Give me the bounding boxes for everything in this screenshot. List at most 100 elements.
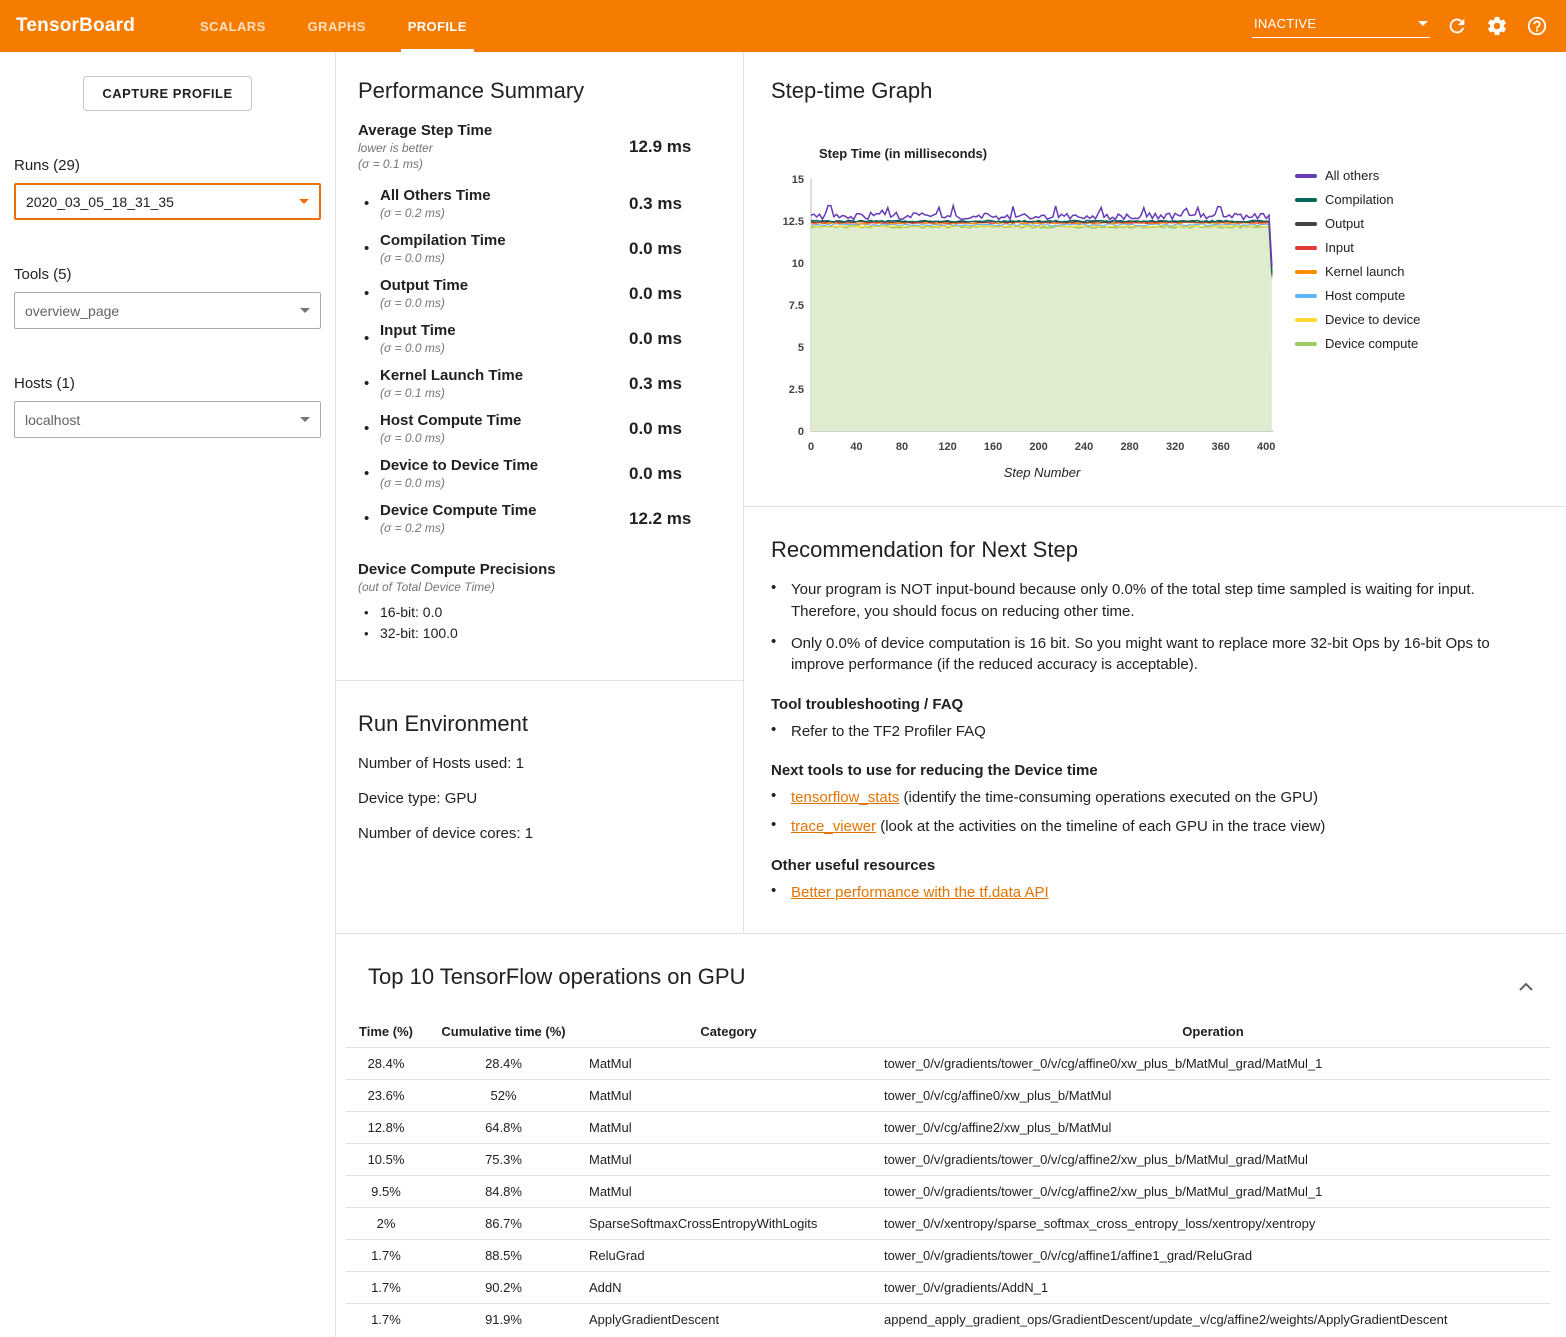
metric-value: 12.9 ms (625, 137, 721, 157)
metric-value: 0.3 ms (625, 194, 721, 214)
bullet-icon: • (771, 787, 791, 808)
cell-cumulative: 84.8% (426, 1176, 581, 1208)
cell-time: 9.5% (346, 1176, 426, 1208)
legend-item: All others (1295, 168, 1420, 183)
cell-category: ApplyGradientDescent (581, 1304, 876, 1336)
tools-dropdown[interactable]: overview_page (14, 292, 321, 329)
legend-item: Output (1295, 216, 1420, 231)
cell-cumulative: 90.2% (426, 1272, 581, 1304)
chart-x-axis-label: Step Number (811, 465, 1273, 480)
svg-text:40: 40 (850, 441, 862, 453)
metric-sigma: (σ = 0.2 ms) (380, 206, 625, 220)
bullet-icon: • (364, 420, 380, 437)
perf-summary-item: • Compilation Time (σ = 0.0 ms) 0.0 ms (358, 232, 721, 265)
metric-sigma: (σ = 0.0 ms) (380, 341, 625, 355)
legend-swatch-icon (1295, 294, 1317, 298)
table-row: 12.8% 64.8% MatMul tower_0/v/cg/affine2/… (346, 1112, 1550, 1144)
cell-cumulative: 64.8% (426, 1112, 581, 1144)
metric-label: Host Compute Time (380, 412, 625, 429)
table-header-row: Time (%) Cumulative time (%) Category Op… (346, 1016, 1550, 1048)
capture-profile-button[interactable]: CAPTURE PROFILE (83, 76, 251, 111)
header-actions: INACTIVE (1252, 13, 1550, 39)
svg-text:240: 240 (1075, 441, 1093, 453)
tab-profile[interactable]: PROFILE (387, 0, 488, 52)
tool-link[interactable]: trace_viewer (791, 818, 876, 835)
chevron-down-icon (299, 199, 309, 204)
precision-item: • 32-bit: 100.0 (364, 625, 721, 641)
tab-scalars[interactable]: SCALARS (179, 0, 287, 52)
metric-sigma: (σ = 0.2 ms) (380, 521, 625, 535)
legend-swatch-icon (1295, 198, 1317, 202)
legend-label: Output (1325, 216, 1364, 231)
legend-item: Kernel launch (1295, 264, 1420, 279)
perf-summary-item: • Input Time (σ = 0.0 ms) 0.0 ms (358, 322, 721, 355)
cell-time: 28.4% (346, 1048, 426, 1080)
bullet-icon: • (771, 579, 791, 623)
settings-icon (1486, 15, 1508, 37)
metric-value: 0.0 ms (625, 239, 721, 259)
step-time-chart: 02.557.51012.515040801201602002402803203… (771, 169, 1283, 461)
metric-value: 0.0 ms (625, 464, 721, 484)
collapse-section-button[interactable] (1514, 976, 1538, 999)
cell-time: 12.8% (346, 1112, 426, 1144)
svg-text:280: 280 (1120, 441, 1138, 453)
tab-graphs[interactable]: GRAPHS (287, 0, 387, 52)
metric-sigma: (σ = 0.0 ms) (380, 476, 625, 490)
hosts-dropdown[interactable]: localhost (14, 401, 321, 438)
cell-category: MatMul (581, 1080, 876, 1112)
cell-cumulative: 52% (426, 1080, 581, 1112)
metric-label: Output Time (380, 277, 625, 294)
main-content: Performance Summary Average Step Time lo… (335, 52, 1566, 1337)
legend-label: Device to device (1325, 312, 1420, 327)
runs-dropdown[interactable]: 2020_03_05_18_31_35 (14, 183, 321, 220)
metric-label: All Others Time (380, 187, 625, 204)
column-header-time: Time (%) (346, 1016, 426, 1048)
tool-link[interactable]: tensorflow_stats (791, 789, 899, 806)
column-header-cumulative: Cumulative time (%) (426, 1016, 581, 1048)
table-row: 28.4% 28.4% MatMul tower_0/v/gradients/t… (346, 1048, 1550, 1080)
svg-text:10: 10 (792, 258, 804, 270)
runs-dropdown-value: 2020_03_05_18_31_35 (26, 194, 174, 210)
cell-cumulative: 91.9% (426, 1304, 581, 1336)
bullet-icon: • (364, 626, 380, 641)
chevron-up-icon (1518, 982, 1534, 992)
table-row: 10.5% 75.3% MatMul tower_0/v/gradients/t… (346, 1144, 1550, 1176)
legend-item: Input (1295, 240, 1420, 255)
legend-item: Compilation (1295, 192, 1420, 207)
chevron-down-icon (1418, 21, 1428, 26)
cell-operation: tower_0/v/gradients/tower_0/v/cg/affine1… (876, 1240, 1550, 1272)
next-tools-heading: Next tools to use for reducing the Devic… (771, 762, 1522, 779)
perf-summary-item: • Device Compute Time (σ = 0.2 ms) 12.2 … (358, 502, 721, 535)
perf-summary-item: • Output Time (σ = 0.0 ms) 0.0 ms (358, 277, 721, 310)
cell-time: 1.7% (346, 1272, 426, 1304)
cell-operation: tower_0/v/gradients/tower_0/v/cg/affine2… (876, 1144, 1550, 1176)
resource-link-row: • Better performance with the tf.data AP… (771, 882, 1522, 903)
legend-item: Device to device (1295, 312, 1420, 327)
chart-legend: All others Compilation Outpu (1295, 168, 1420, 480)
resource-link[interactable]: Better performance with the tf.data API (791, 884, 1049, 901)
faq-item-row: • Refer to the TF2 Profiler FAQ (771, 721, 1522, 742)
perf-summary-item: • All Others Time (σ = 0.2 ms) 0.3 ms (358, 187, 721, 220)
metric-note: lower is better (358, 141, 625, 155)
svg-text:12.5: 12.5 (783, 216, 804, 228)
cell-time: 23.6% (346, 1080, 426, 1112)
metric-value: 0.3 ms (625, 374, 721, 394)
bullet-icon: • (364, 195, 380, 212)
svg-text:2.5: 2.5 (789, 384, 804, 396)
precision-value: 32-bit: 100.0 (380, 625, 458, 641)
metric-label: Average Step Time (358, 122, 625, 139)
metric-sigma: (σ = 0.1 ms) (380, 386, 625, 400)
help-icon (1526, 15, 1548, 37)
settings-button[interactable] (1484, 13, 1510, 39)
reload-status-dropdown[interactable]: INACTIVE (1252, 14, 1430, 38)
perf-summary-item: • Kernel Launch Time (σ = 0.1 ms) 0.3 ms (358, 367, 721, 400)
help-button[interactable] (1524, 13, 1550, 39)
precision-item: • 16-bit: 0.0 (364, 604, 721, 620)
refresh-button[interactable] (1444, 13, 1470, 39)
perf-summary-item: • Host Compute Time (σ = 0.0 ms) 0.0 ms (358, 412, 721, 445)
app-header: TensorBoard SCALARS GRAPHS PROFILE INACT… (0, 0, 1566, 52)
cell-operation: tower_0/v/gradients/AddN_1 (876, 1272, 1550, 1304)
perf-summary-item: • Device to Device Time (σ = 0.0 ms) 0.0… (358, 457, 721, 490)
bullet-icon: • (364, 240, 380, 257)
faq-heading: Tool troubleshooting / FAQ (771, 696, 1522, 713)
